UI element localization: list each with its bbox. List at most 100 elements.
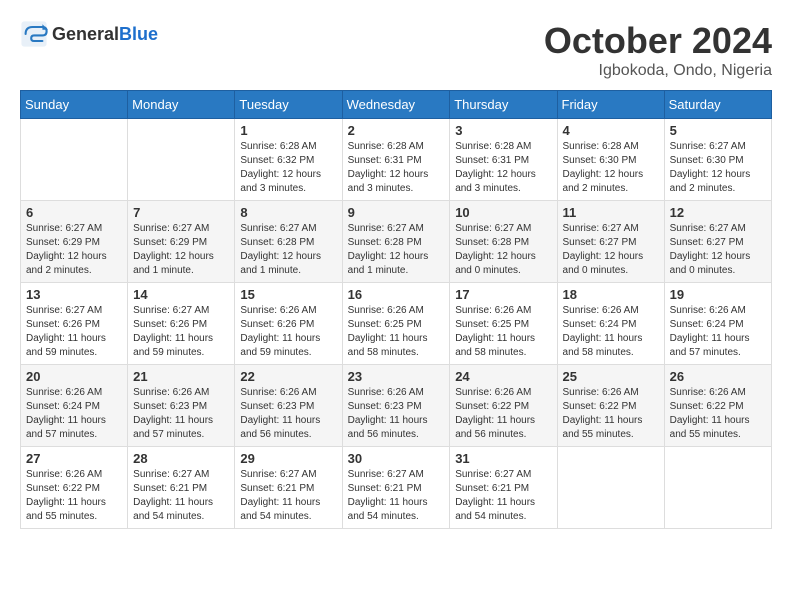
day-number: 18 [563, 287, 659, 302]
day-number: 12 [670, 205, 766, 220]
calendar-cell: 25 Sunrise: 6:26 AM Sunset: 6:22 PM Dayli… [557, 365, 664, 447]
calendar-cell: 1 Sunrise: 6:28 AM Sunset: 6:32 PM Daylig… [235, 119, 342, 201]
calendar-cell: 19 Sunrise: 6:26 AM Sunset: 6:24 PM Dayli… [664, 283, 771, 365]
day-info: Sunrise: 6:27 AM Sunset: 6:26 PM Dayligh… [133, 304, 229, 360]
logo-text-blue: Blue [119, 24, 158, 45]
day-info: Sunrise: 6:26 AM Sunset: 6:25 PM Dayligh… [348, 304, 445, 360]
day-number: 22 [240, 369, 336, 384]
calendar-cell: 26 Sunrise: 6:26 AM Sunset: 6:22 PM Dayli… [664, 365, 771, 447]
calendar-cell: 27 Sunrise: 6:26 AM Sunset: 6:22 PM Dayli… [21, 447, 128, 529]
calendar-cell [21, 119, 128, 201]
calendar-cell: 16 Sunrise: 6:26 AM Sunset: 6:25 PM Dayli… [342, 283, 450, 365]
day-number: 29 [240, 451, 336, 466]
calendar-week-row: 6 Sunrise: 6:27 AM Sunset: 6:29 PM Daylig… [21, 201, 772, 283]
title-block: October 2024 Igbokoda, Ondo, Nigeria [544, 20, 772, 80]
calendar-cell: 30Sunrise: 6:27 AM Sunset: 6:21 PM Dayli… [342, 447, 450, 529]
day-info: Sunrise: 6:26 AM Sunset: 6:24 PM Dayligh… [670, 304, 766, 360]
day-info: Sunrise: 6:26 AM Sunset: 6:22 PM Dayligh… [26, 468, 122, 524]
calendar-cell [664, 447, 771, 529]
weekday-header-saturday: Saturday [664, 91, 771, 119]
day-info: Sunrise: 6:27 AM Sunset: 6:21 PM Dayligh… [348, 468, 445, 524]
day-number: 24 [455, 369, 551, 384]
calendar-week-row: 1 Sunrise: 6:28 AM Sunset: 6:32 PM Daylig… [21, 119, 772, 201]
day-info: Sunrise: 6:26 AM Sunset: 6:22 PM Dayligh… [563, 386, 659, 442]
calendar-cell: 7Sunrise: 6:27 AM Sunset: 6:29 PM Daylig… [128, 201, 235, 283]
calendar-cell: 4Sunrise: 6:28 AM Sunset: 6:30 PM Daylig… [557, 119, 664, 201]
day-info: Sunrise: 6:27 AM Sunset: 6:26 PM Dayligh… [26, 304, 122, 360]
day-info: Sunrise: 6:27 AM Sunset: 6:27 PM Dayligh… [563, 222, 659, 278]
calendar-cell: 17 Sunrise: 6:26 AM Sunset: 6:25 PM Dayli… [450, 283, 557, 365]
calendar-cell: 15Sunrise: 6:26 AM Sunset: 6:26 PM Dayli… [235, 283, 342, 365]
day-info: Sunrise: 6:28 AM Sunset: 6:32 PM Dayligh… [240, 140, 336, 196]
calendar-cell: 3Sunrise: 6:28 AM Sunset: 6:31 PM Daylig… [450, 119, 557, 201]
logo-icon [20, 20, 48, 48]
page-header: General Blue October 2024 Igbokoda, Ondo… [20, 20, 772, 80]
day-number: 19 [670, 287, 766, 302]
logo-text-general: General [52, 24, 119, 45]
day-number: 25 [563, 369, 659, 384]
day-info: Sunrise: 6:27 AM Sunset: 6:21 PM Dayligh… [455, 468, 551, 524]
day-info: Sunrise: 6:26 AM Sunset: 6:24 PM Dayligh… [26, 386, 122, 442]
weekday-header-friday: Friday [557, 91, 664, 119]
day-number: 31 [455, 451, 551, 466]
day-number: 27 [26, 451, 122, 466]
calendar-week-row: 27 Sunrise: 6:26 AM Sunset: 6:22 PM Dayli… [21, 447, 772, 529]
weekday-header-tuesday: Tuesday [235, 91, 342, 119]
weekday-header-monday: Monday [128, 91, 235, 119]
weekday-header-thursday: Thursday [450, 91, 557, 119]
day-number: 16 [348, 287, 445, 302]
calendar-cell: 6 Sunrise: 6:27 AM Sunset: 6:29 PM Daylig… [21, 201, 128, 283]
day-info: Sunrise: 6:26 AM Sunset: 6:23 PM Dayligh… [133, 386, 229, 442]
calendar-cell: 8 Sunrise: 6:27 AM Sunset: 6:28 PM Daylig… [235, 201, 342, 283]
calendar-cell: 29Sunrise: 6:27 AM Sunset: 6:21 PM Dayli… [235, 447, 342, 529]
day-number: 8 [240, 205, 336, 220]
day-number: 28 [133, 451, 229, 466]
calendar-cell: 21Sunrise: 6:26 AM Sunset: 6:23 PM Dayli… [128, 365, 235, 447]
day-number: 15 [240, 287, 336, 302]
day-number: 17 [455, 287, 551, 302]
day-number: 1 [240, 123, 336, 138]
logo: General Blue [20, 20, 158, 48]
day-number: 5 [670, 123, 766, 138]
day-info: Sunrise: 6:27 AM Sunset: 6:28 PM Dayligh… [240, 222, 336, 278]
calendar-cell: 2Sunrise: 6:28 AM Sunset: 6:31 PM Daylig… [342, 119, 450, 201]
month-title: October 2024 [544, 20, 772, 62]
calendar-cell: 10Sunrise: 6:27 AM Sunset: 6:28 PM Dayli… [450, 201, 557, 283]
calendar-cell: 24Sunrise: 6:26 AM Sunset: 6:22 PM Dayli… [450, 365, 557, 447]
day-number: 7 [133, 205, 229, 220]
day-info: Sunrise: 6:27 AM Sunset: 6:29 PM Dayligh… [26, 222, 122, 278]
calendar-cell: 28Sunrise: 6:27 AM Sunset: 6:21 PM Dayli… [128, 447, 235, 529]
calendar-cell: 12 Sunrise: 6:27 AM Sunset: 6:27 PM Dayli… [664, 201, 771, 283]
calendar-table: SundayMondayTuesdayWednesdayThursdayFrid… [20, 90, 772, 529]
day-number: 6 [26, 205, 122, 220]
calendar-cell: 9Sunrise: 6:27 AM Sunset: 6:28 PM Daylig… [342, 201, 450, 283]
day-info: Sunrise: 6:26 AM Sunset: 6:23 PM Dayligh… [348, 386, 445, 442]
day-info: Sunrise: 6:27 AM Sunset: 6:27 PM Dayligh… [670, 222, 766, 278]
calendar-cell: 23 Sunrise: 6:26 AM Sunset: 6:23 PM Dayli… [342, 365, 450, 447]
day-number: 13 [26, 287, 122, 302]
day-number: 2 [348, 123, 445, 138]
day-info: Sunrise: 6:26 AM Sunset: 6:25 PM Dayligh… [455, 304, 551, 360]
day-number: 14 [133, 287, 229, 302]
day-number: 10 [455, 205, 551, 220]
weekday-header-row: SundayMondayTuesdayWednesdayThursdayFrid… [21, 91, 772, 119]
calendar-cell: 22Sunrise: 6:26 AM Sunset: 6:23 PM Dayli… [235, 365, 342, 447]
calendar-cell: 18 Sunrise: 6:26 AM Sunset: 6:24 PM Dayli… [557, 283, 664, 365]
calendar-cell: 14 Sunrise: 6:27 AM Sunset: 6:26 PM Dayli… [128, 283, 235, 365]
day-number: 4 [563, 123, 659, 138]
day-info: Sunrise: 6:28 AM Sunset: 6:31 PM Dayligh… [455, 140, 551, 196]
day-number: 26 [670, 369, 766, 384]
weekday-header-sunday: Sunday [21, 91, 128, 119]
day-info: Sunrise: 6:26 AM Sunset: 6:22 PM Dayligh… [670, 386, 766, 442]
day-info: Sunrise: 6:26 AM Sunset: 6:24 PM Dayligh… [563, 304, 659, 360]
day-number: 11 [563, 205, 659, 220]
day-number: 20 [26, 369, 122, 384]
calendar-cell [128, 119, 235, 201]
calendar-cell: 5Sunrise: 6:27 AM Sunset: 6:30 PM Daylig… [664, 119, 771, 201]
weekday-header-wednesday: Wednesday [342, 91, 450, 119]
calendar-cell [557, 447, 664, 529]
day-info: Sunrise: 6:27 AM Sunset: 6:28 PM Dayligh… [348, 222, 445, 278]
calendar-week-row: 20 Sunrise: 6:26 AM Sunset: 6:24 PM Dayli… [21, 365, 772, 447]
calendar-cell: 11 Sunrise: 6:27 AM Sunset: 6:27 PM Dayli… [557, 201, 664, 283]
day-number: 23 [348, 369, 445, 384]
